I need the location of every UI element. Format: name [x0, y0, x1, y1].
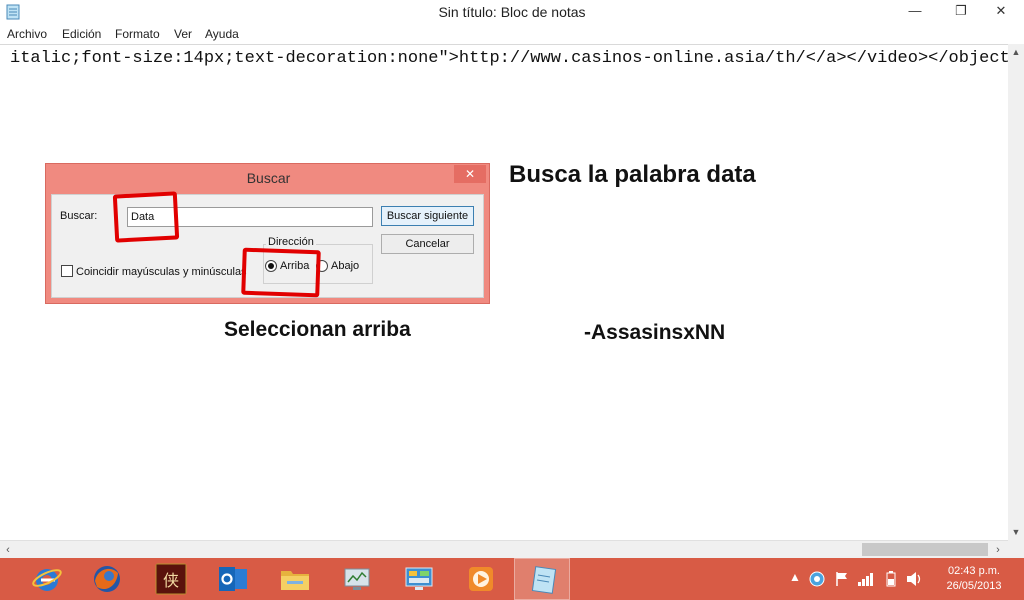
- taskbar-notepad[interactable]: [514, 558, 570, 600]
- radio-down-label[interactable]: Abajo: [331, 260, 359, 272]
- annotation-author: -AssasinsxNN: [584, 321, 726, 344]
- taskbar-firefox[interactable]: [78, 558, 134, 600]
- horizontal-scroll-thumb[interactable]: [862, 543, 988, 556]
- taskbar-game[interactable]: 侠: [142, 558, 198, 600]
- taskbar-outlook[interactable]: [204, 558, 260, 600]
- menu-bar: Archivo Edición Formato Ver Ayuda: [0, 24, 1024, 44]
- direction-label: Dirección: [266, 236, 316, 248]
- tray-network-status-icon[interactable]: [809, 571, 825, 587]
- menu-archivo[interactable]: Archivo: [7, 27, 47, 41]
- scroll-left-arrow-icon[interactable]: ‹: [0, 541, 16, 559]
- maximize-button[interactable]: ❐: [946, 0, 976, 22]
- taskbar-media-player[interactable]: [452, 558, 508, 600]
- match-case-checkbox[interactable]: [61, 265, 73, 277]
- folder-icon: [281, 571, 309, 590]
- scroll-down-arrow-icon[interactable]: ▼: [1008, 524, 1024, 540]
- media-player-icon: [469, 567, 493, 591]
- clock-time: 02:43 p.m.: [948, 565, 1000, 577]
- monitor-icon: [344, 568, 370, 590]
- menu-ayuda[interactable]: Ayuda: [205, 27, 239, 41]
- clock-date: 26/05/2013: [946, 580, 1002, 592]
- scroll-right-arrow-icon[interactable]: ›: [990, 541, 1006, 559]
- window-title: Sin título: Bloc de notas: [438, 4, 586, 20]
- horizontal-scrollbar[interactable]: ‹ ›: [0, 540, 1008, 558]
- find-label: Buscar:: [60, 210, 98, 222]
- text-editor[interactable]: italic;font-size:14px;text-decoration:no…: [0, 44, 1020, 540]
- tray-expand-icon[interactable]: ▲: [789, 570, 801, 584]
- system-clock[interactable]: 02:43 p.m. 26/05/2013: [932, 564, 1016, 594]
- editor-text-line: italic;font-size:14px;text-decoration:no…: [10, 49, 1020, 68]
- taskbar-monitor[interactable]: [328, 558, 384, 600]
- scrollbar-corner: [1008, 540, 1024, 558]
- flag-icon[interactable]: [835, 571, 849, 587]
- control-panel-icon: [405, 567, 433, 590]
- minimize-button[interactable]: —: [900, 0, 930, 22]
- taskbar-control-panel[interactable]: [390, 558, 446, 600]
- taskbar-ie[interactable]: [18, 558, 74, 600]
- menu-ver[interactable]: Ver: [174, 27, 192, 41]
- match-case-label[interactable]: Coincidir mayúsculas y minúsculas: [76, 266, 247, 278]
- menu-formato[interactable]: Formato: [115, 27, 160, 41]
- speaker-icon[interactable]: [906, 571, 924, 587]
- svg-text:侠: 侠: [163, 571, 179, 590]
- highlight-up-option: [241, 247, 321, 298]
- outlook-icon: [219, 567, 247, 591]
- close-button[interactable]: ✕: [978, 0, 1024, 22]
- menu-edicion[interactable]: Edición: [62, 27, 101, 41]
- annotation-heading: Busca la palabra data: [509, 161, 756, 188]
- find-next-button[interactable]: Buscar siguiente: [381, 206, 474, 226]
- ie-icon: [32, 569, 62, 591]
- firefox-icon: [94, 566, 120, 592]
- scroll-up-arrow-icon[interactable]: ▲: [1008, 44, 1024, 60]
- title-bar: Sin título: Bloc de notas — ❐ ✕: [0, 0, 1024, 24]
- signal-bars-icon[interactable]: [857, 571, 875, 587]
- annotation-caption: Seleccionan arriba: [224, 318, 411, 341]
- taskbar: 侠 ▲ 02:43 p.m. 26/05/2013: [0, 558, 1024, 600]
- taskbar-explorer[interactable]: [266, 558, 322, 600]
- dialog-title: Buscar: [246, 170, 291, 186]
- battery-icon[interactable]: [883, 571, 899, 587]
- cancel-button[interactable]: Cancelar: [381, 234, 474, 254]
- game-icon: 侠: [155, 563, 187, 595]
- vertical-scrollbar[interactable]: ▲ ▼: [1008, 44, 1024, 540]
- highlight-find-field: [112, 191, 180, 243]
- notepad-icon: [531, 566, 557, 594]
- dialog-close-button[interactable]: ✕: [454, 165, 486, 183]
